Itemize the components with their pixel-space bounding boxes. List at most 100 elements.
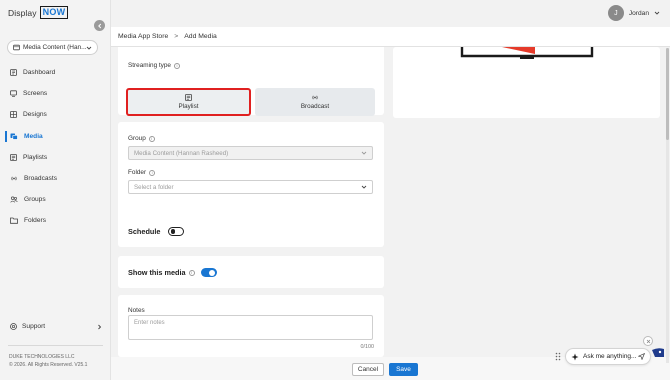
nav-item-playlists[interactable]: Playlists <box>0 147 111 168</box>
breadcrumb: Media App Store > Add Media <box>111 27 670 47</box>
chevron-down-icon <box>361 185 367 189</box>
nav-item-dashboard[interactable]: Dashboard <box>0 62 111 83</box>
nav-label: Groups <box>24 196 46 204</box>
nav-item-broadcasts[interactable]: Broadcasts <box>0 168 111 189</box>
sidebar-divider <box>8 345 103 346</box>
nav-item-groups[interactable]: Groups <box>0 189 111 210</box>
schedule-row: Schedule <box>128 227 185 236</box>
show-media-label: Show this media <box>128 268 186 277</box>
notes-textarea[interactable]: Enter notes <box>128 315 373 340</box>
show-media-toggle[interactable] <box>200 268 217 277</box>
media-preview-card <box>393 47 660 118</box>
nav-label: Media <box>24 132 43 140</box>
info-icon[interactable]: i <box>188 269 195 276</box>
support-label: Support <box>22 323 46 330</box>
brand-now-badge: NOW <box>39 6 69 19</box>
streaming-option-playlist[interactable]: Playlist <box>126 88 251 116</box>
nav-label: Screens <box>23 90 48 98</box>
folders-icon <box>10 218 18 225</box>
close-chat-button[interactable] <box>643 336 653 346</box>
send-icon[interactable] <box>638 353 645 360</box>
show-media-card: Show this media i <box>118 256 384 288</box>
chevron-down-icon <box>361 151 367 155</box>
close-icon <box>646 339 650 343</box>
scrollbar-thumb[interactable] <box>666 48 669 140</box>
nav-item-designs[interactable]: Designs <box>0 104 111 125</box>
info-icon[interactable]: i <box>173 62 180 69</box>
group-value: Media Content (Hannan Rasheed) <box>134 149 229 157</box>
ask-assistant-input[interactable]: Ask me anything... <box>565 348 651 365</box>
streaming-option-broadcast[interactable]: Broadcast <box>255 88 375 116</box>
main-content: Media App Store > Add Media Streaming ty… <box>111 27 670 380</box>
playlist-icon <box>185 94 192 101</box>
copyright-text: © 2026. All Rights Reserved. V25.1 <box>9 362 88 368</box>
support-menu[interactable]: Support <box>10 323 102 330</box>
collapse-sidebar-button[interactable] <box>94 20 105 31</box>
toggle-knob <box>209 269 216 276</box>
avatar: J <box>607 5 624 21</box>
nav-label: Broadcasts <box>24 175 57 183</box>
breadcrumb-parent[interactable]: Media App Store <box>118 33 168 40</box>
save-button[interactable]: Save <box>389 363 418 376</box>
drag-handle-icon[interactable] <box>555 352 561 361</box>
company-name: DUKE TECHNOLOGIES LLC <box>9 354 75 360</box>
groups-icon <box>10 196 18 203</box>
folder-label: Folder i <box>128 169 156 176</box>
sidebar: Display NOW Media Content (Han... Dashbo… <box>0 0 111 380</box>
schedule-toggle[interactable] <box>168 227 185 236</box>
nav-item-media[interactable]: Media <box>0 126 111 147</box>
broadcasts-icon <box>11 176 17 181</box>
screen-preview-image <box>460 47 594 59</box>
chevron-right-icon <box>98 324 102 329</box>
workspace-label: Media Content (Han... <box>23 44 86 51</box>
nav-label: Playlists <box>23 153 48 161</box>
topbar: J Jordan <box>111 0 670 27</box>
support-icon <box>10 323 17 330</box>
main-nav: Dashboard Screens Designs Media Playlist… <box>0 62 111 232</box>
chat-bot-icon[interactable] <box>652 347 664 357</box>
group-label-text: Group <box>128 135 146 142</box>
workspace-selector[interactable]: Media Content (Han... <box>7 40 98 55</box>
brand-logo[interactable]: Display NOW <box>8 6 69 19</box>
designs-icon <box>10 111 17 119</box>
page-scrollbar[interactable] <box>666 48 669 363</box>
info-icon[interactable]: i <box>148 135 155 142</box>
breadcrumb-current: Add Media <box>184 33 217 40</box>
playlist-option-label: Playlist <box>178 103 199 110</box>
broadcast-option-label: Broadcast <box>300 103 330 110</box>
media-icon <box>10 133 18 140</box>
cancel-button[interactable]: Cancel <box>352 363 384 376</box>
user-menu[interactable]: J Jordan <box>607 5 660 21</box>
ask-assistant-label: Ask me anything... <box>583 353 637 360</box>
folder-select[interactable]: Select a folder <box>128 180 373 194</box>
show-media-row: Show this media i <box>128 268 217 277</box>
broadcast-icon <box>312 95 318 100</box>
nav-label: Folders <box>24 217 46 225</box>
nav-label: Designs <box>23 111 47 119</box>
screens-icon <box>10 90 17 97</box>
schedule-label: Schedule <box>128 227 161 236</box>
notes-counter: 0/100 <box>360 344 375 350</box>
folder-placeholder: Select a folder <box>134 183 174 191</box>
group-folder-card: Group i Media Content (Hannan Rasheed) F… <box>118 122 384 230</box>
schedule-card: Schedule <box>118 215 384 247</box>
nav-item-folders[interactable]: Folders <box>0 210 111 231</box>
playlists-icon <box>10 153 17 161</box>
workspace-icon <box>13 44 20 51</box>
brand-display-text: Display <box>8 7 37 18</box>
nav-item-screens[interactable]: Screens <box>0 83 111 104</box>
chevron-down-icon <box>654 11 660 15</box>
group-select: Media Content (Hannan Rasheed) <box>128 146 373 160</box>
toggle-knob <box>170 229 176 234</box>
notes-card: Notes Enter notes 0/100 <box>118 295 384 357</box>
info-icon[interactable]: i <box>149 169 156 176</box>
breadcrumb-separator: > <box>174 33 179 40</box>
folder-label-text: Folder <box>128 169 147 176</box>
streaming-type-label: Streaming type i <box>128 62 180 69</box>
notes-label: Notes <box>128 307 145 314</box>
chevron-left-icon <box>97 23 101 28</box>
streaming-type-card: Streaming type i Playlist Broadcast <box>118 38 384 116</box>
dashboard-icon <box>10 69 17 76</box>
streaming-type-text: Streaming type <box>128 62 171 69</box>
chevron-down-icon <box>86 46 92 50</box>
